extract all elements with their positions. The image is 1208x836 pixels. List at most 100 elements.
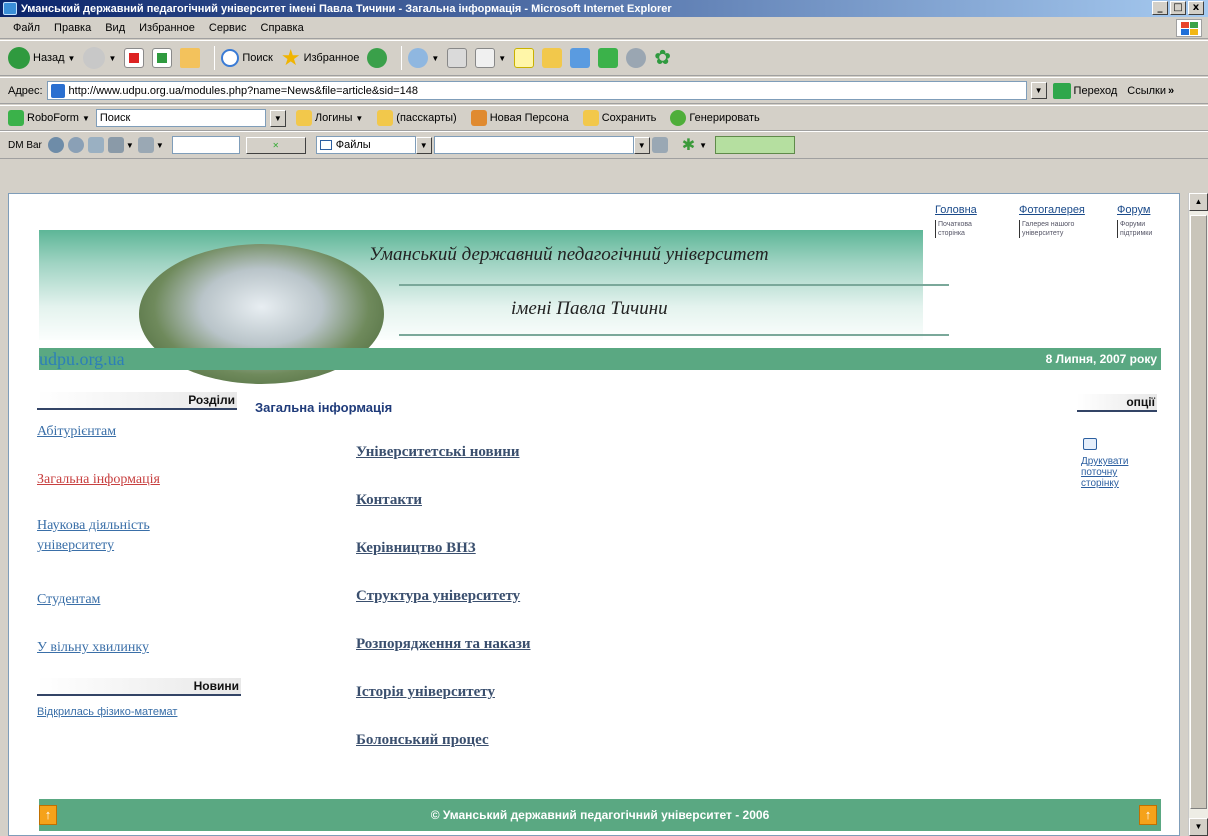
chevron-down-icon[interactable]: ▼: [108, 54, 116, 63]
note-button[interactable]: [514, 48, 535, 68]
menu-help[interactable]: Справка: [254, 22, 311, 34]
icq-button[interactable]: ✿: [654, 48, 671, 68]
roboform-search-input[interactable]: Поиск: [95, 109, 266, 127]
banner-title: Уманський державний педагогічний універс…: [369, 244, 769, 265]
refresh-button[interactable]: [152, 48, 173, 68]
address-label: Адрес:: [8, 84, 43, 97]
messenger-icon: [542, 48, 563, 68]
logins-button[interactable]: Логины ▼: [295, 110, 363, 126]
dm-icon[interactable]: [47, 137, 64, 153]
dm-icon[interactable]: [107, 137, 124, 153]
forward-button[interactable]: ▼: [83, 47, 116, 69]
scroll-up-button[interactable]: ▲: [1189, 193, 1208, 211]
roboform-search-dropdown[interactable]: ▼: [269, 109, 286, 127]
chevron-down-icon[interactable]: ▼: [68, 54, 76, 63]
sidebar-item-applicants[interactable]: Абітурієнтам: [37, 422, 116, 442]
link-orders[interactable]: Розпорядження та накази: [356, 636, 531, 653]
print-button[interactable]: [447, 48, 468, 68]
dm-input[interactable]: [171, 136, 240, 154]
print-link-line3: сторінку: [1081, 478, 1119, 489]
search-button[interactable]: Поиск: [221, 49, 273, 67]
chevron-down-icon[interactable]: ▼: [431, 54, 439, 63]
scroll-up-arrow-icon[interactable]: ↑: [1139, 805, 1157, 825]
page-icon: [50, 83, 65, 98]
dm-search-input[interactable]: [433, 136, 634, 154]
dm-icon[interactable]: [651, 137, 668, 153]
new-persona-label: Новая Персона: [489, 112, 569, 124]
media-button[interactable]: [367, 48, 388, 68]
generate-button[interactable]: Генерировать: [670, 110, 760, 126]
printer-icon[interactable]: [1083, 438, 1097, 450]
go-button[interactable]: Переход: [1052, 82, 1117, 99]
chevron-right-icon[interactable]: »: [1168, 85, 1174, 97]
link-management[interactable]: Керівництво ВНЗ: [356, 540, 476, 557]
chevron-down-icon[interactable]: ▼: [126, 141, 134, 150]
passcards-button[interactable]: (пасскарты): [377, 110, 457, 126]
news-link[interactable]: Відкрилась фізико-математ: [37, 706, 177, 718]
address-url: http://www.udpu.org.ua/modules.php?name=…: [68, 84, 419, 97]
menu-file[interactable]: Файл: [6, 22, 47, 34]
new-persona-button[interactable]: Новая Персона: [470, 110, 569, 126]
link-university-news[interactable]: Університетські новини: [356, 444, 520, 461]
menu-edit[interactable]: Правка: [47, 22, 98, 34]
stop-button[interactable]: [124, 48, 145, 68]
messenger-button[interactable]: [542, 48, 563, 68]
sidebar-item-free-time[interactable]: У вільну хвилинку: [37, 638, 149, 658]
address-dropdown-button[interactable]: ▼: [1030, 82, 1047, 99]
link-contacts[interactable]: Контакти: [356, 492, 422, 509]
roboform-button[interactable]: [598, 48, 619, 68]
print-page-link[interactable]: Друкувати поточну сторінку: [1081, 456, 1128, 489]
link-structure[interactable]: Структура університету: [356, 588, 520, 605]
address-input[interactable]: http://www.udpu.org.ua/modules.php?name=…: [46, 81, 1027, 100]
tools-button[interactable]: [570, 48, 591, 68]
roboform-menu-button[interactable]: RoboForm ▼: [8, 110, 90, 126]
sidebar-item-research-line2[interactable]: університету: [37, 536, 114, 556]
minimize-button[interactable]: _: [1152, 1, 1168, 15]
edit-button[interactable]: ▼: [475, 48, 506, 68]
sidebar-item-students[interactable]: Студентам: [37, 590, 100, 610]
scroll-down-button[interactable]: ▼: [1189, 818, 1208, 836]
sidebar-item-general-info[interactable]: Загальна інформація: [37, 470, 160, 490]
favorites-button[interactable]: ★ Избранное: [281, 47, 359, 69]
link-history[interactable]: Історія університету: [356, 684, 495, 701]
dm-go-button[interactable]: ✕: [245, 136, 306, 154]
menu-favorites[interactable]: Избранное: [132, 22, 202, 34]
search-icon: [221, 49, 240, 67]
dm-search-dropdown[interactable]: ▼: [633, 136, 650, 154]
dm-icon[interactable]: [87, 137, 104, 153]
chevron-down-icon[interactable]: ▼: [699, 141, 707, 150]
save-label: Сохранить: [601, 112, 657, 124]
nav-home-link[interactable]: Головна: [935, 204, 977, 216]
nav-forum-desc: Форуми підтримки: [1117, 220, 1163, 238]
site-header-bar: udpu.org.ua 8 Липня, 2007 року: [39, 348, 1161, 370]
save-button[interactable]: Сохранить: [582, 110, 657, 126]
dm-icon[interactable]: [67, 137, 84, 153]
files-dropdown[interactable]: Файлы: [315, 136, 416, 154]
history-button[interactable]: ▼: [408, 48, 439, 68]
home-button[interactable]: [180, 48, 201, 68]
sidebar-item-research[interactable]: Наукова діяльність: [37, 516, 150, 536]
scroll-up-arrow-icon[interactable]: ↑: [39, 805, 57, 825]
note-icon: [514, 48, 535, 68]
nav-forum-link[interactable]: Форум: [1117, 204, 1150, 216]
sections-heading: Розділи: [37, 392, 237, 410]
dm-icon[interactable]: [137, 137, 154, 153]
banner-divider: [399, 334, 949, 336]
files-dropdown-button[interactable]: ▼: [415, 136, 432, 154]
links-button[interactable]: Ссылки: [1127, 85, 1166, 97]
back-button[interactable]: Назад ▼: [8, 47, 75, 69]
dm-green-field[interactable]: [715, 136, 796, 154]
close-button[interactable]: x: [1188, 1, 1204, 15]
maximize-button[interactable]: □: [1170, 1, 1186, 15]
nav-gallery-link[interactable]: Фотогалерея: [1019, 204, 1085, 216]
menu-view[interactable]: Вид: [98, 22, 132, 34]
menu-tools[interactable]: Сервис: [202, 22, 254, 34]
nav-gallery-desc: Галерея нашого університету: [1019, 220, 1083, 238]
scrollbar-thumb[interactable]: [1190, 215, 1207, 809]
vertical-scrollbar[interactable]: ▲ ▼: [1188, 193, 1208, 836]
chevron-down-icon[interactable]: ▼: [156, 141, 164, 150]
mail-button[interactable]: [626, 48, 647, 68]
link-bologna[interactable]: Болонський процес: [356, 732, 489, 749]
chevron-down-icon[interactable]: ▼: [498, 54, 506, 63]
dm-flower-icon[interactable]: ✱: [682, 135, 695, 155]
